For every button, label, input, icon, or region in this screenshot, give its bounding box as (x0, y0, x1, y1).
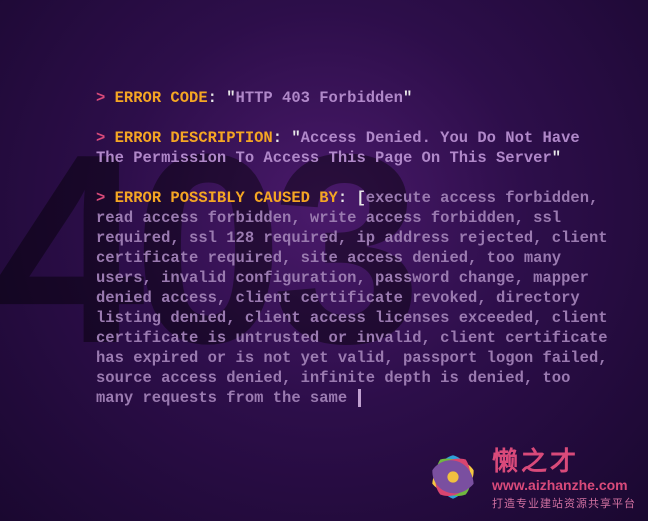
error-causes-label: ERROR POSSIBLY CAUSED BY (115, 189, 338, 207)
watermark-title: 懒之才 (492, 449, 636, 475)
error-description-label: ERROR DESCRIPTION (115, 129, 273, 147)
prompt-symbol: > (96, 129, 115, 147)
error-code-line: > ERROR CODE: "HTTP 403 Forbidden" (96, 88, 608, 108)
error-description-line: > ERROR DESCRIPTION: "Access Denied. You… (96, 128, 608, 168)
watermark-text: 懒之才 www.aizhanzhe.com 打造专业建站资源共享平台 (492, 449, 636, 511)
error-code-label: ERROR CODE (115, 89, 208, 107)
separator: : [ (338, 189, 366, 207)
prompt-symbol: > (96, 189, 115, 207)
prompt-symbol: > (96, 89, 115, 107)
watermark-logo-icon (422, 446, 484, 513)
watermark: 懒之才 www.aizhanzhe.com 打造专业建站资源共享平台 (422, 446, 636, 513)
error-code-value: HTTP 403 Forbidden (236, 89, 403, 107)
separator: : " (208, 89, 236, 107)
separator: : " (273, 129, 301, 147)
watermark-url: www.aizhanzhe.com (492, 477, 636, 493)
error-causes-line: > ERROR POSSIBLY CAUSED BY: [execute acc… (96, 188, 608, 408)
terminal-output: > ERROR CODE: "HTTP 403 Forbidden" > ERR… (96, 88, 608, 428)
end-quote: " (403, 89, 412, 107)
error-causes-value: execute access forbidden, read access fo… (96, 189, 608, 407)
end-quote: " (552, 149, 561, 167)
watermark-subtitle: 打造专业建站资源共享平台 (492, 495, 636, 511)
cursor-icon (358, 389, 361, 407)
